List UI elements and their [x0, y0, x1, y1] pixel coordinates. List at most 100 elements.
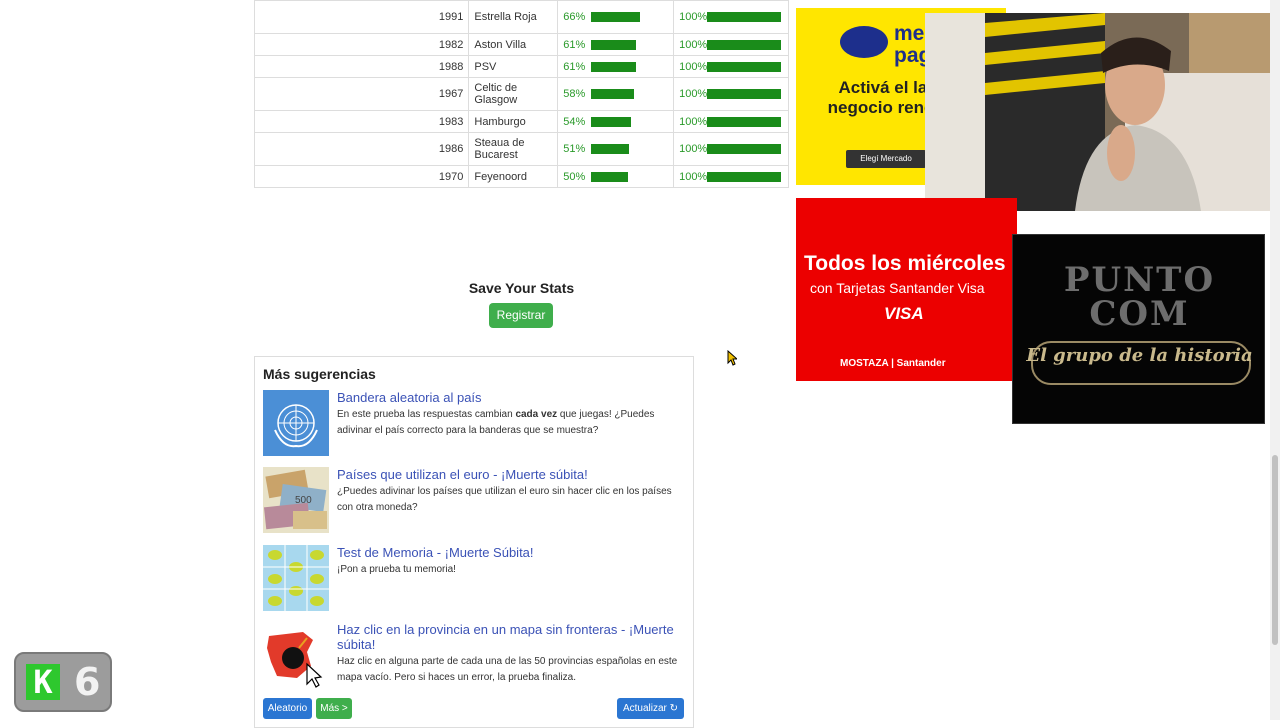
ad-red-line1: Todos los miércoles	[804, 252, 1006, 275]
pct2-bar	[707, 171, 782, 182]
pct2-cell: 100%	[673, 0, 789, 34]
team-cell: Feyenoord	[468, 165, 559, 188]
suggestion-title[interactable]: Haz clic en la provincia en un mapa sin …	[337, 622, 687, 652]
pct2-bar	[707, 144, 782, 155]
pct2-bar	[707, 12, 782, 23]
pct-cell: 61%	[557, 55, 675, 78]
pct2-text: 100%	[679, 143, 708, 155]
channel-number: 6	[74, 660, 101, 704]
team-cell: Celtic de Glasgow	[468, 77, 559, 111]
svg-text:500: 500	[295, 495, 312, 506]
punto-com-video-overlay: PUNTO COM El grupo de la historia	[1012, 234, 1265, 424]
suggestions-heading: Más sugerencias	[263, 366, 376, 382]
mouse-cursor-icon	[727, 350, 737, 366]
stats-table: 1991 Estrella Roja 66% 100% 1982 Aston Villa 6…	[253, 0, 789, 188]
pct-text: 51%	[563, 143, 586, 155]
pct2-text: 100%	[679, 11, 708, 23]
webcam-overlay	[925, 13, 1276, 211]
video-title: PUNTO COM	[1063, 260, 1216, 334]
pct-text: 58%	[563, 88, 586, 100]
stats-row: 1967 Celtic de Glasgow 58% 100%	[253, 77, 789, 111]
stats-row: 1983 Hamburgo 54% 100%	[253, 110, 789, 133]
pct-bar	[591, 12, 641, 23]
random-button[interactable]: Aleatorio	[263, 698, 312, 719]
euro-notes-thumbnail[interactable]: 500	[263, 467, 329, 533]
suggestion-description: ¡Pon a prueba tu memoria!	[337, 564, 456, 575]
pct-text: 61%	[563, 38, 586, 51]
suggestion-description: Haz clic en alguna parte de cada una de …	[337, 656, 678, 683]
year-cell: 1991	[253, 0, 470, 34]
pct-bar	[591, 144, 630, 155]
pct2-cell: 100%	[673, 110, 789, 133]
pct-cell: 61%	[557, 33, 675, 56]
pct-text: 61%	[563, 60, 586, 73]
ad-red-line2: con Tarjetas Santander Visa	[810, 280, 985, 296]
pct-cell: 50%	[557, 165, 675, 188]
year-cell: 1986	[253, 132, 470, 166]
team-cell: PSV	[468, 55, 559, 78]
stats-row: 1991 Estrella Roja 66% 100%	[253, 0, 789, 34]
refresh-button[interactable]: Actualizar ↻	[617, 698, 684, 719]
save-stats-title: Save Your Stats	[468, 280, 575, 296]
pct2-cell: 100%	[673, 77, 789, 111]
pct-text: 54%	[563, 115, 586, 128]
pct-cell: 58%	[557, 77, 675, 111]
register-button[interactable]: Registrar	[489, 303, 553, 328]
un-flag-thumbnail[interactable]	[263, 390, 329, 456]
pct-cell: 51%	[557, 132, 675, 166]
pct-cell: 54%	[557, 110, 675, 133]
pct2-text: 100%	[679, 38, 708, 51]
team-cell: Hamburgo	[468, 110, 559, 133]
pct2-cell: 100%	[673, 55, 789, 78]
suggestion-title[interactable]: Test de Memoria - ¡Muerte Súbita!	[337, 545, 687, 560]
year-cell: 1983	[253, 110, 470, 133]
stats-row: 1988 PSV 61% 100%	[253, 55, 789, 78]
stats-row: 1982 Aston Villa 61% 100%	[253, 33, 789, 56]
stats-row: 1986 Steaua de Bucarest 51% 100%	[253, 132, 789, 166]
team-cell: Estrella Roja	[468, 0, 559, 34]
pct2-bar	[707, 39, 782, 50]
ad-red-footer: MOSTAZA | Santander	[840, 358, 946, 369]
pct-bar	[591, 39, 637, 50]
pct-cell: 66%	[557, 0, 675, 34]
team-cell: Steaua de Bucarest	[468, 132, 559, 166]
pct-text: 50%	[563, 170, 586, 183]
pct2-bar	[707, 89, 782, 100]
suggestion-title[interactable]: Países que utilizan el euro - ¡Muerte sú…	[337, 467, 687, 482]
team-cell: Aston Villa	[468, 33, 559, 56]
spain-map-bomb-thumbnail[interactable]	[263, 622, 329, 688]
video-subtitle: El grupo de la historia	[1026, 345, 1253, 366]
year-cell: 1967	[253, 77, 470, 111]
pct-bar	[591, 171, 629, 182]
pct-bar	[591, 61, 637, 72]
pct2-bar	[707, 116, 782, 127]
channel-letter: K	[26, 664, 60, 700]
year-cell: 1982	[253, 33, 470, 56]
pct2-cell: 100%	[673, 132, 789, 166]
year-cell: 1988	[253, 55, 470, 78]
ad-cta-button[interactable]: Elegí Mercado	[846, 150, 926, 168]
suggestion-title[interactable]: Bandera aleatoria al país	[337, 390, 687, 405]
pct2-cell: 100%	[673, 165, 789, 188]
year-cell: 1970	[253, 165, 470, 188]
pct2-cell: 100%	[673, 33, 789, 56]
pct2-text: 100%	[679, 60, 708, 73]
pct-bar	[591, 116, 632, 127]
memory-fish-thumbnail[interactable]	[263, 545, 329, 611]
suggestion-description: ¿Puedes adivinar los países que utilizan…	[337, 486, 672, 513]
pct-text: 66%	[563, 11, 586, 23]
scrollbar-thumb[interactable]	[1272, 455, 1278, 645]
pct2-text: 100%	[679, 170, 708, 183]
suggestion-description: En este prueba las respuestas cambian ca…	[337, 409, 655, 436]
stats-row: 1970 Feyenoord 50% 100%	[253, 165, 789, 188]
santander-ad[interactable]: Todos los miércoles con Tarjetas Santand…	[796, 198, 1017, 381]
suggestions-panel: Más sugerencias Bandera aleatoria al paí…	[254, 356, 694, 728]
channel-badge: K 6	[14, 652, 112, 712]
visa-logo: VISA	[884, 304, 924, 323]
pct2-text: 100%	[679, 115, 708, 128]
pct-bar	[591, 89, 635, 100]
pct2-bar	[707, 61, 782, 72]
more-button[interactable]: Más >	[316, 698, 352, 719]
handshake-logo-icon	[840, 26, 888, 58]
pct2-text: 100%	[679, 88, 708, 100]
